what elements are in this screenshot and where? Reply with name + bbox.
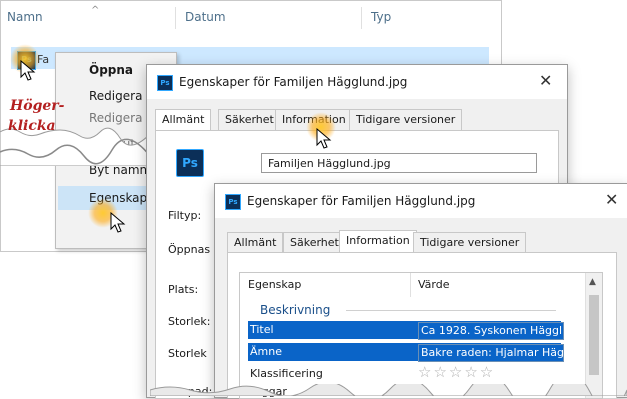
tab-security[interactable]: Säkerhet	[283, 232, 346, 253]
label-size-on-disk: Storlek	[168, 347, 207, 360]
sort-ascending-icon: ^	[91, 5, 100, 16]
subject-value-field[interactable]: Bakre raden: Hjalmar Hägg	[418, 344, 564, 362]
menu-item-edit-2[interactable]: Redigera	[89, 111, 142, 125]
menu-item-open[interactable]: Öppna	[89, 63, 133, 77]
tab-general[interactable]: Allmänt	[227, 232, 284, 253]
mouse-pointer-icon	[110, 212, 126, 233]
tab-previous-versions[interactable]: Tidigare versioner	[349, 109, 463, 130]
mouse-pointer-icon	[20, 60, 36, 81]
menu-item-edit[interactable]: Redigera	[89, 89, 142, 103]
property-name-rating: Klassificering	[250, 367, 323, 380]
column-header-name[interactable]: Namn	[7, 1, 43, 33]
photoshop-app-icon: Ps	[157, 75, 173, 91]
column-header-type[interactable]: Typ	[371, 1, 391, 33]
file-name-field[interactable]: Familjen Hägglund.jpg	[261, 153, 537, 173]
column-separator[interactable]	[361, 7, 362, 29]
dialog-titlebar[interactable]: Ps Egenskaper för Familjen Hägglund.jpg …	[147, 65, 567, 99]
photoshop-app-icon: Ps	[225, 194, 241, 210]
label-location: Plats:	[168, 283, 199, 296]
property-name-title: Titel	[250, 323, 274, 336]
mouse-pointer-icon	[316, 128, 332, 149]
title-value-field[interactable]: Ca 1928. Syskonen Häggl	[418, 322, 564, 340]
tab-security[interactable]: Säkerhet	[218, 109, 281, 130]
dialog-titlebar[interactable]: Ps Egenskaper för Familjen Hägglund.jpg …	[215, 184, 627, 218]
column-separator[interactable]	[410, 273, 411, 297]
close-icon[interactable]: ✕	[539, 71, 552, 90]
tab-information[interactable]: Information	[339, 230, 417, 253]
label-file-type: Filtyp:	[168, 209, 202, 222]
scrollbar-thumb[interactable]	[589, 295, 599, 375]
label-size: Storlek:	[168, 315, 211, 328]
vertical-scrollbar[interactable]: ▲	[585, 273, 602, 398]
column-header-date[interactable]: Datum	[185, 1, 226, 33]
property-value-title: Ca 1928. Syskonen Häggl	[421, 324, 563, 337]
tab-previous-versions[interactable]: Tidigare versioner	[413, 232, 527, 253]
label-opens-with: Öppnas	[168, 243, 211, 256]
column-header-value[interactable]: Värde	[418, 273, 450, 297]
rating-stars-icon[interactable]: ☆☆☆☆☆	[418, 363, 495, 381]
column-header-property[interactable]: Egenskap	[248, 273, 301, 297]
properties-dialog-details: Ps Egenskaper för Familjen Hägglund.jpg …	[214, 183, 627, 399]
dialog-title: Egenskaper för Familjen Hägglund.jpg	[247, 194, 476, 208]
group-header-description: Beskrivning	[260, 303, 331, 317]
photoshop-file-icon: Ps	[176, 149, 204, 177]
annotation-right-click-1: Höger-	[10, 98, 65, 114]
group-divider	[346, 310, 556, 311]
scroll-up-icon[interactable]: ▲	[589, 277, 596, 287]
property-name-subject: Ämne	[250, 345, 282, 358]
properties-table: Egenskap Värde Beskrivning Titel Ca 1928…	[239, 272, 603, 399]
property-value-subject: Bakre raden: Hjalmar Hägg	[421, 346, 564, 359]
column-separator[interactable]	[175, 7, 176, 29]
tab-general[interactable]: Allmänt	[155, 109, 212, 130]
close-icon[interactable]: ✕	[605, 190, 618, 209]
dialog-title: Egenskaper för Familjen Hägglund.jpg	[179, 75, 408, 89]
torn-paper-edge	[150, 384, 627, 396]
annotation-right-click-2: klicka	[8, 118, 56, 134]
